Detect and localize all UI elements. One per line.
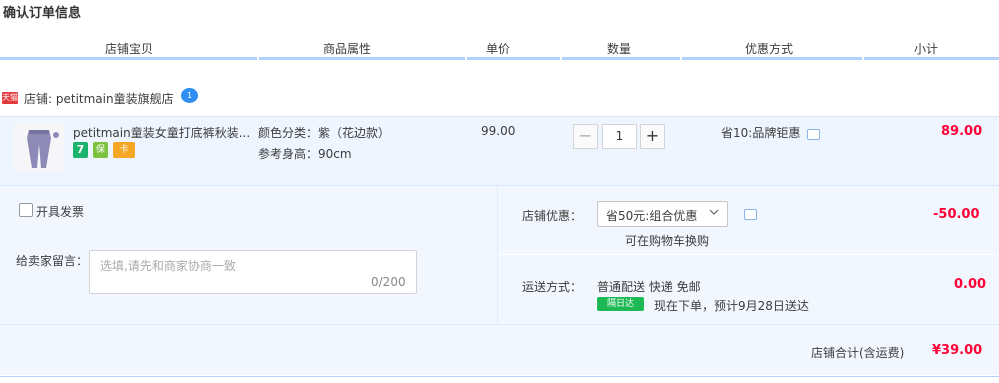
column-header-quantity: 数量	[607, 42, 632, 56]
invoice-label[interactable]: 开具发票	[36, 203, 84, 220]
seller-message-label: 给卖家留言：	[16, 254, 89, 268]
shop-discount-label: 店铺优惠：	[522, 209, 583, 223]
header-separator	[257, 57, 259, 60]
product-color-attribute: 颜色分类：紫（花边款）	[258, 126, 391, 140]
column-header-subtotal: 小计	[914, 42, 939, 56]
seven-day-return-icon[interactable]: 7	[73, 142, 88, 158]
column-header-discount: 优惠方式	[745, 42, 794, 56]
shop-discount-amount: -50.00	[933, 207, 980, 222]
column-header-shop-item: 店铺宝贝	[105, 42, 154, 56]
next-day-badge: 隔日达	[597, 297, 644, 311]
unit-price: 99.00	[481, 124, 516, 138]
header-separator	[680, 57, 682, 60]
tmall-badge: 天猫	[2, 92, 18, 104]
shop-total-label: 店铺合计(含运费)	[811, 346, 905, 360]
bottom-border	[0, 376, 999, 377]
column-header-attributes: 商品属性	[323, 42, 372, 56]
shipping-method: 普通配送 快递 免邮	[597, 280, 701, 294]
header-separator	[465, 57, 467, 60]
cart-exchange-note: 可在购物车换购	[625, 234, 710, 248]
options-row-divider	[498, 254, 999, 255]
guarantee-icon[interactable]: 保	[93, 142, 108, 158]
options-divider	[497, 186, 498, 324]
shipping-label: 运送方式：	[522, 280, 583, 294]
shop-discount-selected: 省50元:组合优惠	[606, 209, 698, 223]
message-icon[interactable]	[744, 209, 757, 220]
product-title-link[interactable]: petitmain童装女童打底裤秋装...	[73, 124, 253, 141]
product-thumbnail[interactable]	[14, 122, 64, 172]
chat-icon[interactable]: 1	[181, 88, 198, 103]
quantity-input[interactable]: 1	[602, 124, 637, 149]
chevron-down-icon	[708, 206, 720, 221]
column-header-unit-price: 单价	[486, 42, 511, 56]
seller-message-counter: 0/200	[371, 275, 406, 289]
message-icon[interactable]	[807, 129, 820, 140]
header-separator	[862, 57, 864, 60]
invoice-checkbox[interactable]	[19, 203, 33, 217]
item-subtotal: 89.00	[941, 124, 983, 139]
delivery-estimate: 现在下单，预计9月28日送达	[654, 299, 809, 313]
item-discount-text: 省10:品牌钜惠	[721, 126, 801, 140]
shop-name-link[interactable]: 店铺: petitmain童装旗舰店	[24, 90, 174, 107]
shop-total-amount: ¥39.00	[932, 343, 983, 358]
header-separator	[560, 57, 562, 60]
credit-card-icon[interactable]: 卡	[113, 142, 135, 158]
quantity-decrease-button[interactable]: −	[573, 124, 598, 149]
page-title: 确认订单信息	[3, 6, 82, 21]
seller-message-placeholder: 选填,请先和商家协商一致	[100, 259, 236, 273]
product-size-attribute: 参考身高：90cm	[258, 147, 352, 161]
header-underline	[0, 57, 999, 60]
shipping-amount: 0.00	[954, 277, 987, 292]
quantity-increase-button[interactable]: +	[640, 124, 665, 149]
